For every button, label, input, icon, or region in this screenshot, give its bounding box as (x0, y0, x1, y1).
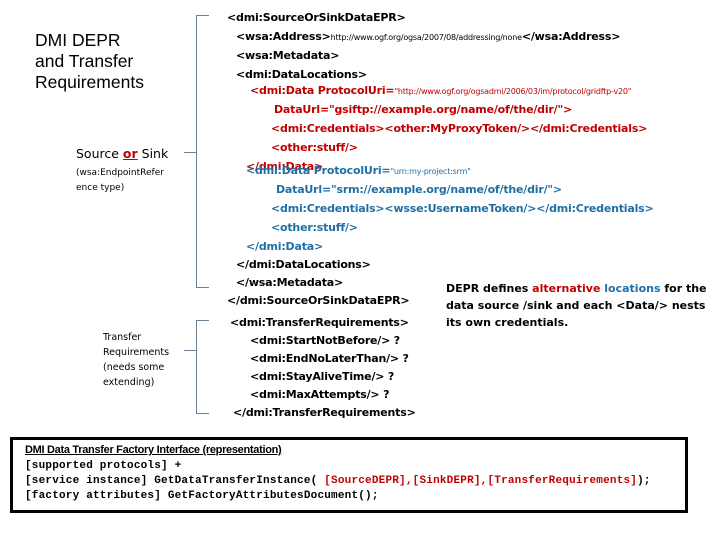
note-locations: locations (600, 282, 661, 295)
factory-line-protocols: [supported protocols] + (25, 460, 182, 472)
factory-line-attributes: [factory attributes] GetFactoryAttribute… (25, 490, 379, 502)
xml-data1-stuff: <other:stuff/> (271, 141, 358, 154)
note-line: data source /sink and each <Data/> nests (446, 299, 706, 312)
xml-data2-close: </dmi:Data> (246, 240, 323, 253)
xml-data1-credentials: <dmi:Credentials><other:MyProxyToken/></… (271, 122, 648, 135)
transfer-bracket-tick (184, 350, 196, 351)
xml-epr-open: <dmi:SourceOrSinkDataEPR> (227, 11, 406, 24)
transfer-requirements-label: Transfer Requirements (needs some extend… (103, 330, 183, 390)
xml-transfer-item: <dmi:MaxAttempts/> ? (250, 388, 390, 401)
xml-data1-open: <dmi:Data ProtocolUri="http://www.ogf.or… (250, 81, 631, 101)
endpoint-note-line: ence type) (76, 183, 125, 193)
note-text: for the (660, 282, 707, 295)
xml-metadata-open: <wsa:Metadata> (236, 49, 340, 62)
address-value: http://www.ogf.org/ogsa/2007/08/addressi… (330, 33, 522, 42)
data2-protocol: "urn:my-project:srm" (390, 167, 471, 176)
xml-transfer-item: <dmi:EndNoLaterThan/> ? (250, 352, 409, 365)
epr-bracket (196, 15, 209, 288)
depr-note: DEPR defines alternative locations for t… (446, 280, 716, 331)
xml-data2-stuff: <other:stuff/> (271, 221, 358, 234)
note-line: its own credentials. (446, 316, 569, 329)
endpoint-note-line: (wsa:EndpointRefer (76, 168, 164, 178)
xml-data2-url: DataUrl="srm://example.org/name/of/the/d… (276, 183, 562, 196)
xml-data2-credentials: <dmi:Credentials><wsse:UsernameToken/></… (271, 202, 654, 215)
address-close-tag: </wsa:Address> (521, 30, 621, 43)
instance-args: [SourceDEPR],[SinkDEPR],[TransferRequire… (324, 475, 638, 487)
address-open-tag: <wsa:Address> (236, 30, 331, 43)
xml-transfer-item: <dmi:StayAliveTime/> ? (250, 370, 395, 383)
data1-open-tag: <dmi:Data ProtocolUri= (250, 84, 395, 97)
slide-title: DMI DEPR and Transfer Requirements (35, 30, 185, 93)
data1-protocol: "http://www.ogf.org/ogsadmi/2006/03/im/p… (394, 87, 632, 96)
endpoint-reference-note: (wsa:EndpointRefer ence type) (76, 166, 176, 196)
transfer-label-line: (needs some (103, 362, 165, 373)
or-emphasis: or (122, 146, 138, 161)
xml-data2-open-line: <dmi:Data ProtocolUri="urn:my-project:sr… (246, 161, 471, 181)
transfer-bracket (196, 320, 209, 414)
xml-data1-url: DataUrl="gsiftp://example.org/name/of/th… (274, 103, 573, 116)
xml-address: <wsa:Address>http://www.ogf.org/ogsa/200… (236, 27, 620, 47)
title-line: Requirements (35, 72, 144, 92)
epr-bracket-tick (184, 152, 196, 153)
transfer-label-line: Transfer (103, 332, 142, 343)
xml-transfer-open: <dmi:TransferRequirements> (230, 316, 409, 329)
sink-text: Sink (137, 146, 169, 161)
factory-interface-box: DMI Data Transfer Factory Interface (rep… (10, 437, 688, 513)
xml-transfer-item: <dmi:StartNotBefore/> ? (250, 334, 400, 347)
note-text: DEPR defines (446, 282, 533, 295)
transfer-label-line: Requirements (103, 347, 170, 358)
xml-locations-close: </dmi:DataLocations> (236, 258, 371, 271)
data2-open-tag: <dmi:Data ProtocolUri= (246, 164, 391, 177)
transfer-label-line: extending) (103, 377, 155, 388)
xml-metadata-close: </wsa:Metadata> (236, 276, 344, 289)
note-alternative: alternative (532, 282, 601, 295)
source-text: Source (76, 146, 123, 161)
title-line: and Transfer (35, 51, 134, 71)
xml-epr-close: </dmi:SourceOrSinkDataEPR> (227, 294, 410, 307)
note-line: DEPR defines alternative locations for t… (446, 280, 716, 297)
source-or-sink-label: Source or Sink (76, 146, 168, 161)
instance-suffix: ); (637, 475, 651, 487)
title-line: DMI DEPR (35, 30, 121, 50)
instance-prefix: [service instance] GetDataTransferInstan… (25, 475, 325, 487)
factory-line-instance: [service instance] GetDataTransferInstan… (25, 475, 651, 487)
xml-transfer-close: </dmi:TransferRequirements> (233, 406, 416, 419)
factory-heading: DMI Data Transfer Factory Interface (rep… (25, 444, 282, 456)
